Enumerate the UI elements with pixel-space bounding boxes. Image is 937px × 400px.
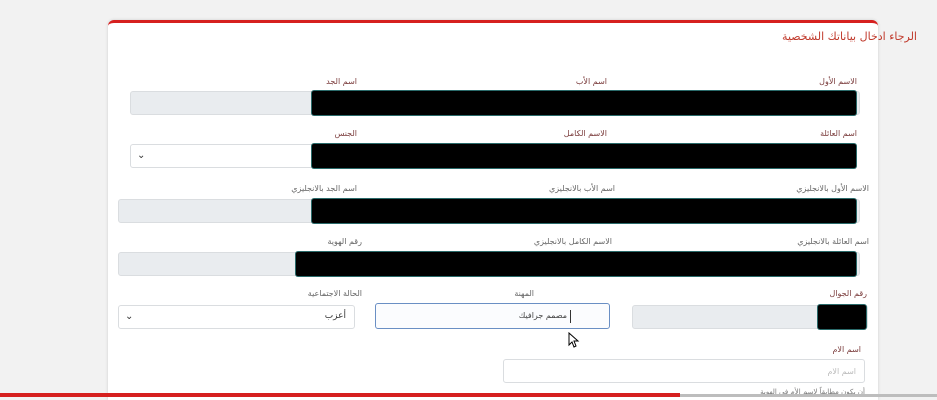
mobile-label: رقم الجوال — [829, 289, 867, 298]
gender-select[interactable]: ⌄ — [130, 144, 315, 168]
mother-name-label: اسم الام — [832, 345, 861, 354]
chevron-down-icon: ⌄ — [125, 311, 134, 322]
redacted-block — [312, 144, 856, 168]
family-name-label: اسم العائلة — [820, 129, 857, 138]
marital-status-select[interactable]: ⌄ أعزب — [118, 305, 355, 329]
grandfather-name-label: اسم الجد — [326, 77, 357, 86]
grandfather-name-en-label: اسم الجد بالانجليزي — [291, 184, 357, 193]
first-name-label: الاسم الأول — [819, 77, 857, 86]
mother-name-input[interactable]: اسم الام — [503, 359, 865, 383]
first-name-en-label: الاسم الأول بالانجليزي — [796, 184, 869, 193]
father-name-label: اسم الأب — [575, 77, 607, 86]
full-name-en-label: الاسم الكامل بالانجليزي — [533, 237, 612, 246]
progress-bar — [0, 393, 680, 397]
redacted-block — [312, 199, 856, 223]
family-name-en-label: اسم العائلة بالانجليزي — [797, 237, 869, 246]
marital-status-label: الحالة الاجتماعية — [307, 289, 362, 298]
text-caret — [570, 310, 571, 323]
job-label: المهنة — [514, 289, 534, 298]
job-input[interactable]: مصمم جرافيك — [375, 303, 610, 329]
father-name-en-label: اسم الأب بالانجليزي — [548, 184, 615, 193]
mother-name-placeholder: اسم الام — [827, 367, 856, 376]
job-value: مصمم جرافيك — [518, 311, 567, 320]
full-name-label: الاسم الكامل — [563, 129, 607, 138]
redacted-block — [296, 252, 856, 276]
chevron-down-icon: ⌄ — [137, 150, 146, 161]
redacted-block — [312, 91, 856, 115]
id-number-label: رقم الهوية — [327, 237, 362, 246]
mouse-pointer-icon — [568, 332, 580, 348]
redacted-block — [818, 305, 866, 329]
gender-label: الجنس — [334, 129, 357, 138]
form-title: الرجاء ادخال بياناتك الشخصية — [782, 30, 917, 43]
marital-status-value: أعزب — [324, 311, 346, 321]
